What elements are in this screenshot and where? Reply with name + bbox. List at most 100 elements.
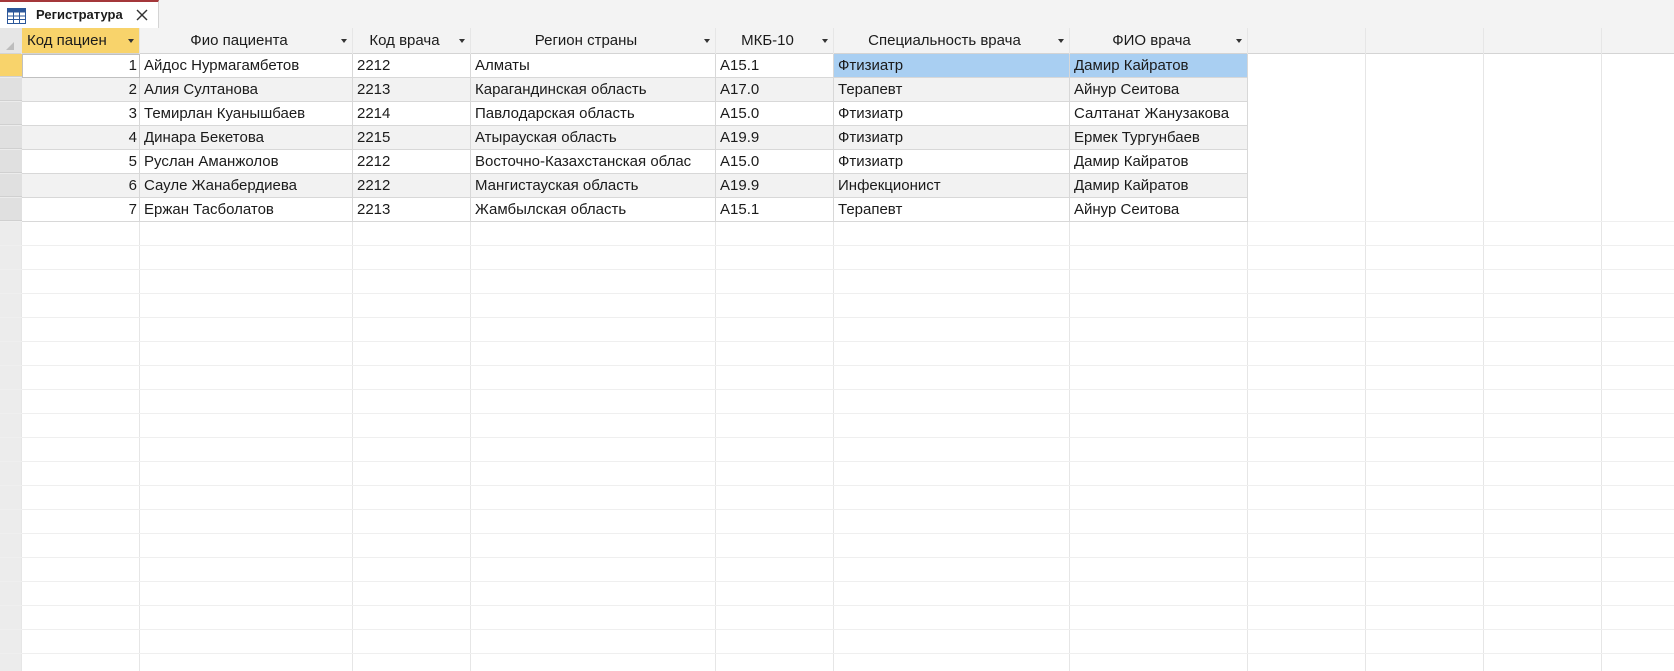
cell-icd[interactable]: A19.9 (716, 126, 834, 150)
grid-row-line (0, 581, 1674, 582)
cell-region[interactable]: Восточно-Казахстанская облас (471, 150, 716, 174)
dropdown-arrow-icon[interactable] (821, 38, 829, 44)
grid-column-line (1601, 28, 1602, 671)
column-header-doctor_name[interactable]: ФИО врача (1070, 28, 1248, 53)
grid-row-line (0, 413, 1674, 414)
cell-specialty[interactable]: Терапевт (834, 78, 1070, 102)
cell-patient[interactable]: Ержан Тасболатов (140, 198, 353, 222)
tab-registratura[interactable]: Регистратура (0, 0, 159, 28)
column-header-doctor_code[interactable]: Код врача (353, 28, 471, 53)
column-header-specialty[interactable]: Специальность врача (834, 28, 1070, 53)
cell-id[interactable]: 2 (22, 78, 140, 102)
column-header-label: Фио пациента (190, 32, 288, 49)
cell-icd[interactable]: A15.1 (716, 198, 834, 222)
grid-row-line (0, 557, 1674, 558)
dropdown-arrow-icon[interactable] (127, 38, 135, 44)
cell-doctor_name[interactable]: Айнур Сеитова (1070, 78, 1248, 102)
cell-patient[interactable]: Темирлан Куанышбаев (140, 102, 353, 126)
cell-specialty[interactable]: Фтизиатр (834, 150, 1070, 174)
column-header-label: МКБ-10 (741, 32, 794, 49)
cell-doctor_name[interactable]: Салтанат Жанузакова (1070, 102, 1248, 126)
table-row[interactable]: 4 Динара Бекетова 2215 Атырауская область A1… (0, 126, 1248, 150)
table-row[interactable]: 1 Айдос Нурмагамбетов 2212 Алматы A15.1 Фтизи… (0, 54, 1248, 78)
cell-specialty[interactable]: Фтизиатр (834, 126, 1070, 150)
cell-icd[interactable]: A19.9 (716, 174, 834, 198)
cell-id[interactable]: 5 (22, 150, 140, 174)
dropdown-arrow-icon[interactable] (340, 38, 348, 44)
cell-patient[interactable]: Алия Султанова (140, 78, 353, 102)
grid-column-line (1365, 28, 1366, 671)
table-row[interactable]: 7 Ержан Тасболатов 2213 Жамбылская область A… (0, 198, 1248, 222)
cell-specialty[interactable]: Терапевт (834, 198, 1070, 222)
cell-doctor_code[interactable]: 2215 (353, 126, 471, 150)
cell-doctor_code[interactable]: 2212 (353, 54, 471, 78)
close-icon[interactable] (135, 8, 149, 22)
cell-id[interactable]: 3 (22, 102, 140, 126)
cell-doctor_code[interactable]: 2212 (353, 174, 471, 198)
cell-icd[interactable]: A15.0 (716, 150, 834, 174)
grid-row-line (0, 509, 1674, 510)
cell-doctor_name[interactable]: Дамир Кайратов (1070, 150, 1248, 174)
datasheet-grid[interactable]: Код пациен Фио пациента Код врача Регион ст… (0, 28, 1674, 671)
grid-row-line (0, 485, 1674, 486)
column-header-row: Код пациен Фио пациента Код врача Регион ст… (0, 28, 1674, 54)
grid-row-line (0, 317, 1674, 318)
cell-doctor_name[interactable]: Ермек Тургунбаев (1070, 126, 1248, 150)
table-row[interactable]: 3 Темирлан Куанышбаев 2214 Павлодарская обл… (0, 102, 1248, 126)
cell-region[interactable]: Карагандинская область (471, 78, 716, 102)
table-row[interactable]: 5 Руслан Аманжолов 2212 Восточно-Казахстанс… (0, 150, 1248, 174)
column-header-label: Код пациен (27, 32, 107, 49)
column-header-label: Регион страны (534, 32, 638, 49)
cell-id[interactable]: 6 (22, 174, 140, 198)
cell-icd[interactable]: A17.0 (716, 78, 834, 102)
column-header-patient[interactable]: Фио пациента (140, 28, 353, 53)
column-header-region[interactable]: Регион страны (471, 28, 716, 53)
column-header-label: Специальность врача (868, 32, 1021, 49)
cell-patient[interactable]: Руслан Аманжолов (140, 150, 353, 174)
column-header-icd[interactable]: МКБ-10 (716, 28, 834, 53)
cell-region[interactable]: Мангистауская область (471, 174, 716, 198)
dropdown-arrow-icon[interactable] (1235, 38, 1243, 44)
cell-doctor_name[interactable]: Дамир Кайратов (1070, 54, 1248, 78)
cell-patient[interactable]: Айдос Нурмагамбетов (140, 54, 353, 78)
grid-row-line (0, 341, 1674, 342)
table-row[interactable]: 2 Алия Султанова 2213 Карагандинская област… (0, 78, 1248, 102)
cell-id[interactable]: 7 (22, 198, 140, 222)
cell-doctor_code[interactable]: 2212 (353, 150, 471, 174)
cell-doctor_name[interactable]: Айнур Сеитова (1070, 198, 1248, 222)
tab-title: Регистратура (36, 7, 123, 22)
grid-column-line (1483, 28, 1484, 671)
cell-specialty[interactable]: Фтизиатр (834, 102, 1070, 126)
cell-doctor_name[interactable]: Дамир Кайратов (1070, 174, 1248, 198)
cell-patient[interactable]: Динара Бекетова (140, 126, 353, 150)
table-icon (7, 8, 26, 24)
cell-id[interactable]: 4 (22, 126, 140, 150)
select-all-corner[interactable] (0, 28, 22, 53)
table-row[interactable]: 6 Сауле Жанабердиева 2212 Мангистауская обл… (0, 174, 1248, 198)
cell-region[interactable]: Алматы (471, 54, 716, 78)
dropdown-arrow-icon[interactable] (1057, 38, 1065, 44)
column-header-id[interactable]: Код пациен (22, 28, 140, 53)
dropdown-arrow-icon[interactable] (458, 38, 466, 44)
cell-specialty[interactable]: Фтизиатр (834, 54, 1070, 78)
cell-id[interactable]: 1 (22, 54, 140, 78)
cell-doctor_code[interactable]: 2213 (353, 198, 471, 222)
cell-doctor_code[interactable]: 2213 (353, 78, 471, 102)
grid-row-line (0, 245, 1674, 246)
column-header-label: ФИО врача (1112, 32, 1191, 49)
cell-icd[interactable]: A15.1 (716, 54, 834, 78)
cell-icd[interactable]: A15.0 (716, 102, 834, 126)
cell-region[interactable]: Павлодарская область (471, 102, 716, 126)
cell-doctor_code[interactable]: 2214 (353, 102, 471, 126)
grid-row-line (0, 389, 1674, 390)
grid-row-line (0, 533, 1674, 534)
cell-region[interactable]: Жамбылская область (471, 198, 716, 222)
cell-patient[interactable]: Сауле Жанабердиева (140, 174, 353, 198)
grid-row-line (0, 629, 1674, 630)
cell-specialty[interactable]: Инфекционист (834, 174, 1070, 198)
grid-row-line (0, 269, 1674, 270)
dropdown-arrow-icon[interactable] (703, 38, 711, 44)
grid-row-line (0, 653, 1674, 654)
grid-row-line (0, 461, 1674, 462)
cell-region[interactable]: Атырауская область (471, 126, 716, 150)
